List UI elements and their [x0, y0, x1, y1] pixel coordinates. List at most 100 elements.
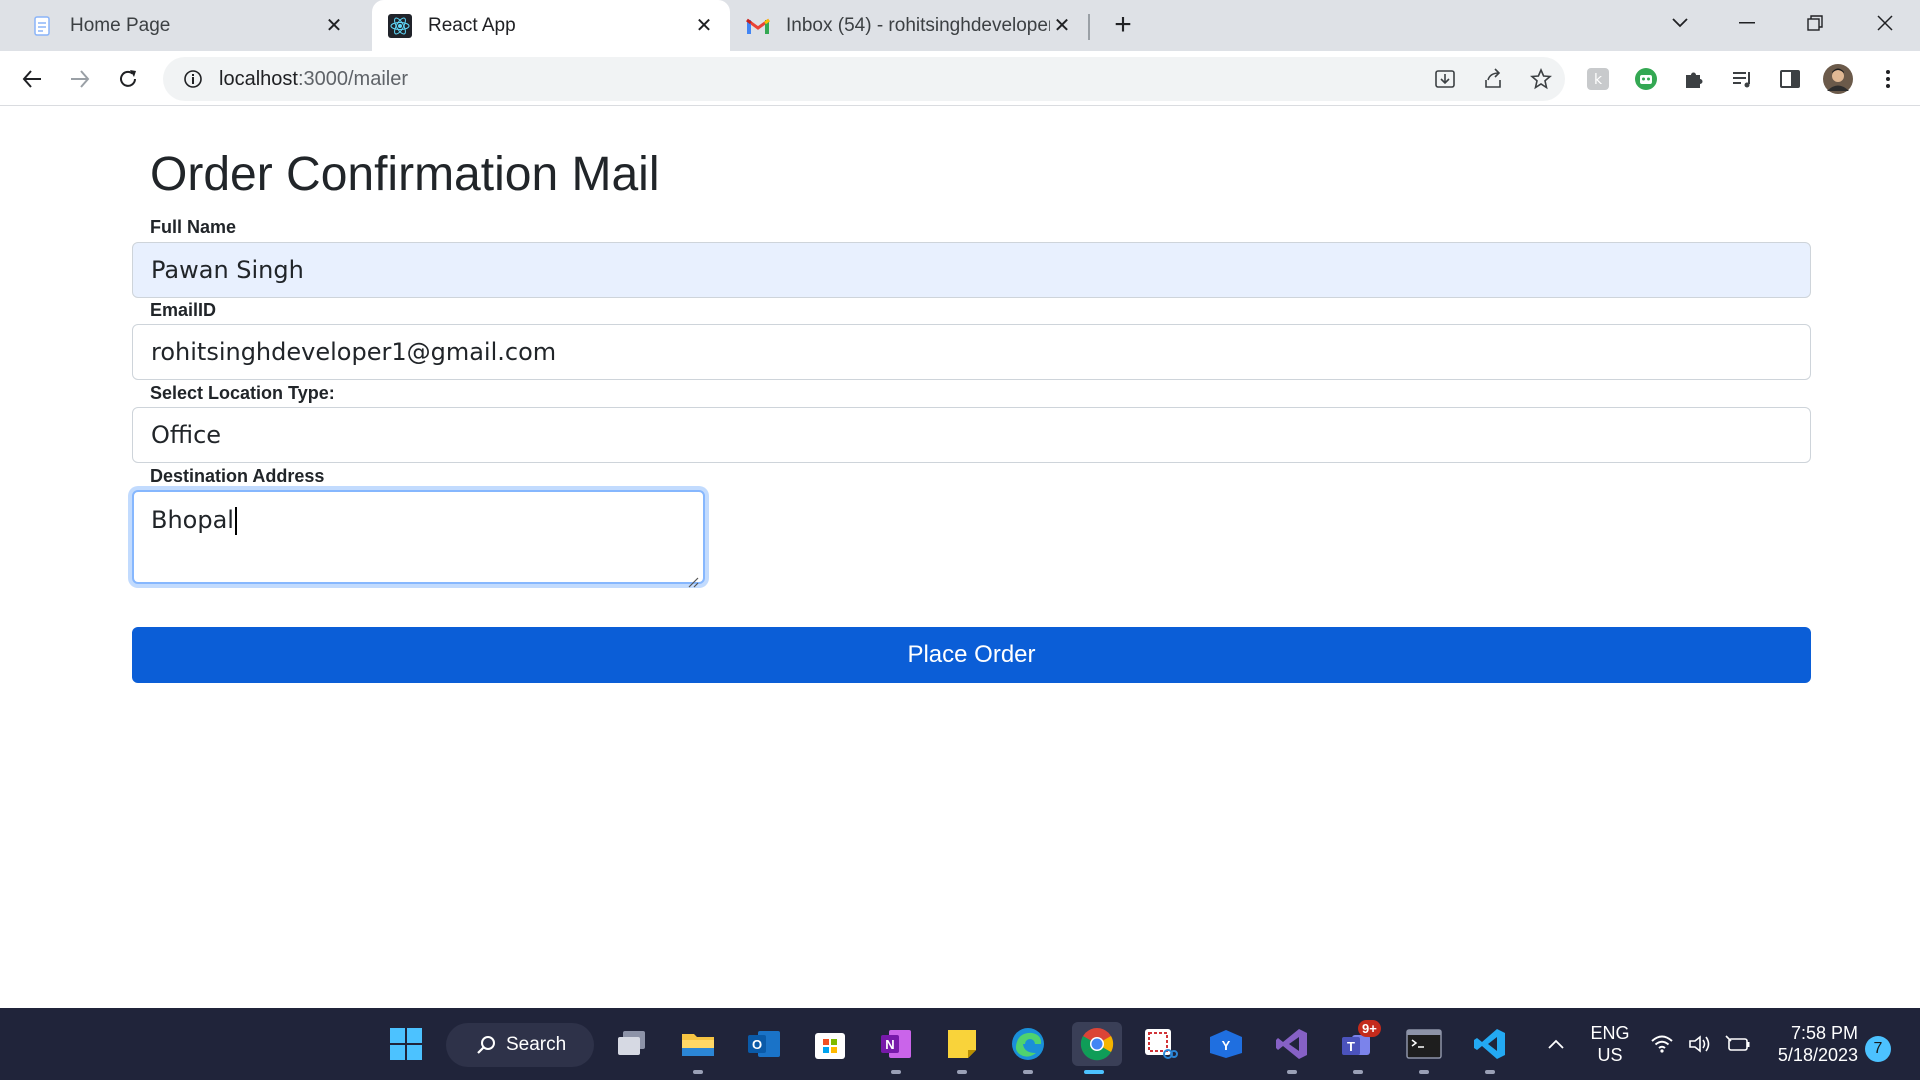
windows-taskbar: Search O N Y T 9+ ENG US 7:58 PM 5/18/20…: [0, 1008, 1920, 1080]
extension-k-icon[interactable]: k: [1582, 63, 1614, 95]
svg-text:O: O: [752, 1037, 762, 1052]
language-indicator[interactable]: ENG US: [1580, 1022, 1640, 1066]
yammer-icon[interactable]: Y: [1204, 1022, 1248, 1066]
running-indicator: [1023, 1070, 1033, 1074]
running-indicator: [957, 1070, 967, 1074]
email-input[interactable]: rohitsinghdeveloper1@gmail.com: [132, 324, 1811, 380]
svg-text:Y: Y: [1222, 1038, 1231, 1053]
show-hidden-icons-chevron-icon[interactable]: [1538, 1022, 1574, 1066]
location-type-select[interactable]: Office: [132, 407, 1811, 463]
location-type-label: Select Location Type:: [150, 383, 335, 403]
extensions-puzzle-icon[interactable]: [1678, 63, 1710, 95]
tab-title: Home Page: [70, 14, 171, 36]
notification-count-badge[interactable]: 7: [1865, 1036, 1891, 1062]
share-icon[interactable]: [1469, 57, 1517, 101]
teams-icon[interactable]: T 9+: [1336, 1020, 1381, 1074]
svg-text:k: k: [1594, 72, 1603, 88]
tab-home-page[interactable]: Home Page ✕: [0, 0, 360, 51]
tab-title: React App: [428, 14, 516, 36]
text-caret: [234, 507, 237, 535]
running-indicator: [1287, 1070, 1297, 1074]
file-explorer-icon[interactable]: [676, 1022, 720, 1074]
snipping-tool-icon[interactable]: [1138, 1022, 1182, 1066]
running-indicator: [1353, 1070, 1363, 1074]
running-indicator: [693, 1070, 703, 1074]
full-name-label: Full Name: [150, 217, 237, 237]
new-tab-button[interactable]: +: [1108, 8, 1138, 41]
place-order-button[interactable]: Place Order: [132, 627, 1811, 683]
page-title: Order Confirmation Mail: [150, 148, 660, 201]
svg-text:T: T: [1347, 1039, 1355, 1054]
sticky-notes-icon[interactable]: [940, 1022, 984, 1074]
running-indicator: [1419, 1070, 1429, 1074]
destination-address-value: Bhopal: [151, 506, 234, 534]
task-view-icon[interactable]: [610, 1022, 654, 1066]
tab-gmail-inbox[interactable]: Inbox (54) - rohitsinghdeveloper1 ✕: [730, 0, 1088, 51]
chrome-icon[interactable]: [1072, 1022, 1122, 1074]
running-indicator: [1485, 1070, 1495, 1074]
tab-title: Inbox (54) - rohitsinghdeveloper1: [786, 14, 1050, 36]
media-queue-icon[interactable]: [1726, 63, 1758, 95]
profile-avatar[interactable]: [1822, 63, 1854, 95]
full-name-input[interactable]: Pawan Singh: [132, 242, 1811, 298]
url-path: :3000/mailer: [297, 67, 408, 90]
close-window-icon[interactable]: [1865, 8, 1905, 38]
clock[interactable]: 7:58 PM 5/18/2023: [1762, 1022, 1858, 1066]
install-app-icon[interactable]: [1421, 57, 1469, 101]
taskbar-search[interactable]: Search: [446, 1023, 594, 1067]
side-panel-icon[interactable]: [1774, 63, 1806, 95]
minimize-icon[interactable]: [1727, 8, 1767, 38]
tab-search-icon[interactable]: [1660, 8, 1700, 38]
wifi-icon[interactable]: [1646, 1022, 1678, 1066]
address-bar[interactable]: localhost:3000/mailer: [163, 57, 1565, 101]
react-icon: [388, 13, 412, 38]
svg-text:N: N: [885, 1037, 894, 1052]
bookmark-star-icon[interactable]: [1517, 57, 1565, 101]
active-indicator: [1084, 1070, 1104, 1074]
microsoft-store-icon[interactable]: [808, 1022, 852, 1066]
extension-robot-icon[interactable]: [1630, 63, 1662, 95]
windows-start-icon[interactable]: [384, 1022, 428, 1066]
resize-handle-icon[interactable]: [687, 566, 699, 588]
visual-studio-icon[interactable]: [1270, 1022, 1314, 1074]
back-arrow-icon[interactable]: [16, 63, 48, 95]
forward-arrow-icon[interactable]: [64, 63, 96, 95]
reload-icon[interactable]: [112, 63, 144, 95]
terminal-icon[interactable]: [1402, 1022, 1446, 1074]
url-host: localhost: [219, 67, 298, 90]
search-icon: [476, 1035, 496, 1055]
tab-strip: Home Page ✕ React App ✕ Inbox (54) - roh…: [0, 0, 1920, 51]
close-icon[interactable]: ✕: [1050, 14, 1074, 38]
browser-toolbar: localhost:3000/mailer k: [0, 51, 1920, 106]
vscode-icon[interactable]: [1468, 1022, 1512, 1074]
search-label: Search: [506, 1034, 567, 1055]
teams-notification-badge: 9+: [1358, 1020, 1381, 1037]
tab-separator: [1088, 14, 1090, 40]
email-label: EmailID: [150, 300, 217, 320]
clock-date: 5/18/2023: [1777, 1045, 1858, 1065]
running-indicator: [891, 1070, 901, 1074]
onenote-icon[interactable]: N: [874, 1022, 918, 1074]
outlook-icon[interactable]: O: [742, 1022, 786, 1066]
edge-icon[interactable]: [1006, 1022, 1050, 1074]
restore-icon[interactable]: [1795, 8, 1835, 38]
destination-address-textarea[interactable]: Bhopal: [132, 490, 705, 588]
close-icon[interactable]: ✕: [322, 14, 346, 38]
document-icon: [30, 14, 54, 38]
page-content: Order Confirmation Mail Full Name Pawan …: [0, 107, 1920, 1007]
region-text: US: [1597, 1045, 1623, 1065]
email-value: rohitsinghdeveloper1@gmail.com: [151, 338, 557, 366]
close-icon[interactable]: ✕: [692, 14, 716, 38]
location-type-value: Office: [151, 421, 222, 449]
site-info-icon[interactable]: [181, 67, 205, 91]
destination-address-label: Destination Address: [150, 466, 325, 486]
battery-charging-icon[interactable]: [1722, 1022, 1754, 1066]
tab-react-app[interactable]: React App ✕: [372, 0, 730, 51]
language-text: ENG: [1590, 1023, 1630, 1043]
full-name-value: Pawan Singh: [151, 256, 304, 284]
clock-time: 7:58 PM: [1790, 1023, 1858, 1043]
volume-icon[interactable]: [1684, 1022, 1716, 1066]
gmail-icon: [746, 14, 770, 38]
more-menu-icon[interactable]: [1872, 63, 1904, 95]
url-text[interactable]: localhost:3000/mailer: [219, 68, 1421, 91]
